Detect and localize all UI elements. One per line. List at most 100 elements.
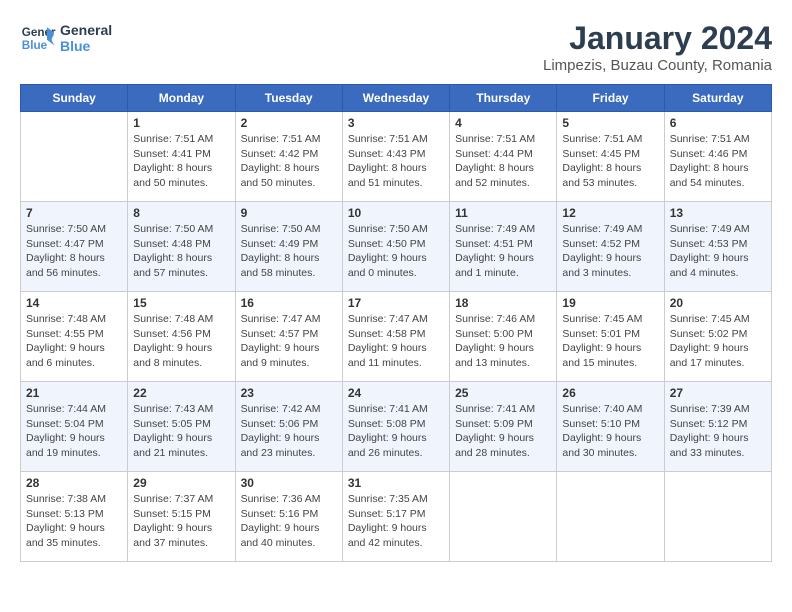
week-row-5: 28 Sunrise: 7:38 AM Sunset: 5:13 PM Dayli…: [21, 472, 772, 562]
table-cell: 20Sunrise: 7:45 AM Sunset: 5:02 PM Dayli…: [664, 292, 771, 382]
day-info: Sunrise: 7:35 AM Sunset: 5:17 PM Dayligh…: [348, 492, 444, 551]
page-header: General Blue General Blue January 2024 L…: [20, 20, 772, 74]
day-info: Sunrise: 7:51 AM Sunset: 4:42 PM Dayligh…: [241, 132, 337, 191]
header-monday: Monday: [128, 85, 235, 112]
header-saturday: Saturday: [664, 85, 771, 112]
day-number: 20: [670, 296, 766, 310]
week-row-3: 14Sunrise: 7:48 AM Sunset: 4:55 PM Dayli…: [21, 292, 772, 382]
day-number: 1: [133, 116, 229, 130]
table-cell: 2Sunrise: 7:51 AM Sunset: 4:42 PM Daylig…: [235, 112, 342, 202]
table-cell: 29Sunrise: 7:37 AM Sunset: 5:15 PM Dayli…: [128, 472, 235, 562]
table-cell: 31 Sunrise: 7:35 AM Sunset: 5:17 PM Dayli…: [342, 472, 449, 562]
day-number: 19: [562, 296, 658, 310]
day-info: Sunrise: 7:49 AM Sunset: 4:52 PM Dayligh…: [562, 222, 658, 281]
day-number: 23: [241, 386, 337, 400]
table-cell: 27 Sunrise: 7:39 AM Sunset: 5:12 PM Dayli…: [664, 382, 771, 472]
day-number: 4: [455, 116, 551, 130]
table-cell: 8 Sunrise: 7:50 AM Sunset: 4:48 PM Daylig…: [128, 202, 235, 292]
table-cell: 19 Sunrise: 7:45 AM Sunset: 5:01 PM Dayli…: [557, 292, 664, 382]
day-number: 6: [670, 116, 766, 130]
table-cell: 5 Sunrise: 7:51 AM Sunset: 4:45 PM Daylig…: [557, 112, 664, 202]
svg-text:Blue: Blue: [22, 39, 48, 52]
day-info: Sunrise: 7:41 AM Sunset: 5:09 PM Dayligh…: [455, 402, 551, 461]
table-cell: 26 Sunrise: 7:40 AM Sunset: 5:10 PM Dayli…: [557, 382, 664, 472]
day-info: Sunrise: 7:51 AM Sunset: 4:46 PM Dayligh…: [670, 132, 766, 191]
table-cell: 16 Sunrise: 7:47 AM Sunset: 4:57 PM Dayli…: [235, 292, 342, 382]
day-info: Sunrise: 7:51 AM Sunset: 4:43 PM Dayligh…: [348, 132, 444, 191]
day-number: 17: [348, 296, 444, 310]
day-number: 21: [26, 386, 122, 400]
week-row-1: 1Sunrise: 7:51 AM Sunset: 4:41 PM Daylig…: [21, 112, 772, 202]
day-number: 25: [455, 386, 551, 400]
header-sunday: Sunday: [21, 85, 128, 112]
day-number: 9: [241, 206, 337, 220]
day-info: Sunrise: 7:46 AM Sunset: 5:00 PM Dayligh…: [455, 312, 551, 371]
table-cell: 11 Sunrise: 7:49 AM Sunset: 4:51 PM Dayli…: [450, 202, 557, 292]
day-info: Sunrise: 7:51 AM Sunset: 4:45 PM Dayligh…: [562, 132, 658, 191]
day-info: Sunrise: 7:50 AM Sunset: 4:49 PM Dayligh…: [241, 222, 337, 281]
table-cell: 14Sunrise: 7:48 AM Sunset: 4:55 PM Dayli…: [21, 292, 128, 382]
header-thursday: Thursday: [450, 85, 557, 112]
table-cell: 10 Sunrise: 7:50 AM Sunset: 4:50 PM Dayli…: [342, 202, 449, 292]
day-number: 15: [133, 296, 229, 310]
day-info: Sunrise: 7:49 AM Sunset: 4:51 PM Dayligh…: [455, 222, 551, 281]
day-info: Sunrise: 7:44 AM Sunset: 5:04 PM Dayligh…: [26, 402, 122, 461]
table-cell: 9 Sunrise: 7:50 AM Sunset: 4:49 PM Daylig…: [235, 202, 342, 292]
table-cell: 18 Sunrise: 7:46 AM Sunset: 5:00 PM Dayli…: [450, 292, 557, 382]
day-number: 10: [348, 206, 444, 220]
logo-text-blue: Blue: [60, 38, 112, 54]
table-cell: 7Sunrise: 7:50 AM Sunset: 4:47 PM Daylig…: [21, 202, 128, 292]
day-number: 11: [455, 206, 551, 220]
day-info: Sunrise: 7:47 AM Sunset: 4:58 PM Dayligh…: [348, 312, 444, 371]
day-info: Sunrise: 7:38 AM Sunset: 5:13 PM Dayligh…: [26, 492, 122, 551]
logo-icon: General Blue: [20, 20, 56, 56]
table-cell: [450, 472, 557, 562]
day-number: 7: [26, 206, 122, 220]
table-cell: 28 Sunrise: 7:38 AM Sunset: 5:13 PM Dayli…: [21, 472, 128, 562]
day-info: Sunrise: 7:42 AM Sunset: 5:06 PM Dayligh…: [241, 402, 337, 461]
table-cell: [21, 112, 128, 202]
day-info: Sunrise: 7:48 AM Sunset: 4:55 PM Dayligh…: [26, 312, 122, 371]
day-info: Sunrise: 7:39 AM Sunset: 5:12 PM Dayligh…: [670, 402, 766, 461]
header-friday: Friday: [557, 85, 664, 112]
table-cell: 24Sunrise: 7:41 AM Sunset: 5:08 PM Dayli…: [342, 382, 449, 472]
table-cell: 17 Sunrise: 7:47 AM Sunset: 4:58 PM Dayli…: [342, 292, 449, 382]
header-tuesday: Tuesday: [235, 85, 342, 112]
day-number: 22: [133, 386, 229, 400]
day-number: 5: [562, 116, 658, 130]
table-cell: 30 Sunrise: 7:36 AM Sunset: 5:16 PM Dayli…: [235, 472, 342, 562]
day-info: Sunrise: 7:45 AM Sunset: 5:01 PM Dayligh…: [562, 312, 658, 371]
day-info: Sunrise: 7:36 AM Sunset: 5:16 PM Dayligh…: [241, 492, 337, 551]
day-info: Sunrise: 7:40 AM Sunset: 5:10 PM Dayligh…: [562, 402, 658, 461]
day-number: 28: [26, 476, 122, 490]
day-number: 29: [133, 476, 229, 490]
day-number: 30: [241, 476, 337, 490]
day-number: 27: [670, 386, 766, 400]
calendar-title: January 2024: [543, 20, 772, 57]
day-number: 31: [348, 476, 444, 490]
table-cell: [664, 472, 771, 562]
day-info: Sunrise: 7:50 AM Sunset: 4:48 PM Dayligh…: [133, 222, 229, 281]
week-row-4: 21 Sunrise: 7:44 AM Sunset: 5:04 PM Dayli…: [21, 382, 772, 472]
day-info: Sunrise: 7:47 AM Sunset: 4:57 PM Dayligh…: [241, 312, 337, 371]
table-cell: 3Sunrise: 7:51 AM Sunset: 4:43 PM Daylig…: [342, 112, 449, 202]
table-cell: 15Sunrise: 7:48 AM Sunset: 4:56 PM Dayli…: [128, 292, 235, 382]
title-block: January 2024 Limpezis, Buzau County, Rom…: [543, 20, 772, 74]
day-number: 16: [241, 296, 337, 310]
table-cell: 4 Sunrise: 7:51 AM Sunset: 4:44 PM Daylig…: [450, 112, 557, 202]
table-cell: 21 Sunrise: 7:44 AM Sunset: 5:04 PM Dayli…: [21, 382, 128, 472]
day-info: Sunrise: 7:51 AM Sunset: 4:44 PM Dayligh…: [455, 132, 551, 191]
day-info: Sunrise: 7:50 AM Sunset: 4:50 PM Dayligh…: [348, 222, 444, 281]
day-info: Sunrise: 7:49 AM Sunset: 4:53 PM Dayligh…: [670, 222, 766, 281]
table-cell: 6 Sunrise: 7:51 AM Sunset: 4:46 PM Daylig…: [664, 112, 771, 202]
calendar-subtitle: Limpezis, Buzau County, Romania: [543, 57, 772, 74]
day-number: 18: [455, 296, 551, 310]
day-number: 12: [562, 206, 658, 220]
table-cell: 22 Sunrise: 7:43 AM Sunset: 5:05 PM Dayli…: [128, 382, 235, 472]
calendar-header-row: SundayMondayTuesdayWednesdayThursdayFrid…: [21, 85, 772, 112]
logo: General Blue General Blue: [20, 20, 112, 56]
day-number: 13: [670, 206, 766, 220]
day-number: 26: [562, 386, 658, 400]
day-info: Sunrise: 7:43 AM Sunset: 5:05 PM Dayligh…: [133, 402, 229, 461]
day-number: 8: [133, 206, 229, 220]
